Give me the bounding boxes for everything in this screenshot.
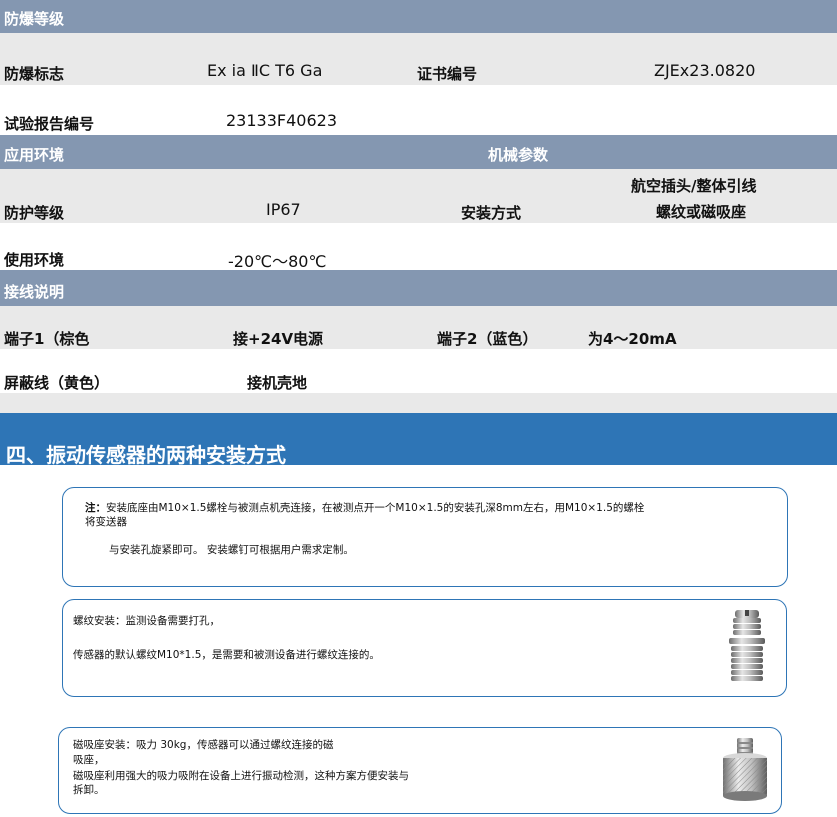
report-number-label: 试验报告编号 [4,115,95,133]
usage-env-label: 使用环境 [4,251,65,269]
section-title-band: 四、振动传感器的两种安装方式 [0,413,837,467]
report-number-value: 23133F40623 [226,111,337,130]
note-line2: 将变送器 [85,516,127,528]
thread-line2: 传感器的默认螺纹M10*1.5，是需要和被测设备进行螺纹连接的。 [73,649,380,661]
terminal2-value: 为4～20mA [588,330,677,348]
note-box: 注：安装底座由M10×1.5螺栓与被测点机壳连接，在被测点开一个M10×1.5的… [62,487,788,587]
note-line1-text: 安装底座由M10×1.5螺栓与被测点机壳连接，在被测点开一个M10×1.5的安装… [106,502,645,514]
magnet-line1: 磁吸座安装：吸力 30kg，传感器可以通过螺纹连接的磁 [73,739,334,751]
environment-header-band: 应用环境 机械参数 [0,135,837,169]
thread-stud-icon [729,610,765,681]
spacer-row [0,393,837,413]
magnet-line3: 磁吸座利用强大的吸力吸附在设备上进行振动检测，这种方案方便安装与 [73,770,409,782]
note-line1: 注：安装底座由M10×1.5螺栓与被测点机壳连接，在被测点开一个M10×1.5的… [85,501,775,515]
shield-row: 屏蔽线（黄色） 接机壳地 [0,349,837,393]
thread-mount-box: 螺纹安装：监测设备需要打孔， 传感器的默认螺纹M10*1.5，是需要和被测设备进… [62,599,787,697]
usage-env-value: -20℃～80℃ [228,252,327,271]
protection-label: 防护等级 [4,204,65,222]
magnet-mount-box: 磁吸座安装：吸力 30kg，传感器可以通过螺纹连接的磁 吸座， 磁吸座利用强大的… [58,727,782,814]
explosion-header-label: 防爆等级 [4,10,65,28]
magnet-line2: 吸座， [73,754,105,766]
shield-value: 接机壳地 [247,374,308,392]
explosion-mark-label: 防爆标志 [4,65,65,83]
section-title: 四、振动传感器的两种安装方式 [6,443,286,467]
magnet-line4: 拆卸。 [73,784,105,796]
cert-number-label: 证书编号 [417,65,478,83]
explosion-mark-value: Ex ia ⅡC T6 Ga [207,61,323,80]
terminal1-label: 端子1（棕色 [4,330,90,348]
mount-method-value-line2: 螺纹或磁吸座 [656,203,747,221]
report-number-row: 试验报告编号 23133F40623 [0,85,837,135]
terminal-row: 端子1（棕色 接+24V电源 端子2（蓝色） 为4～20mA [0,306,837,349]
explosion-header-band: 防爆等级 [0,0,837,33]
magnet-base-icon [723,738,767,801]
cert-number-value: ZJEx23.0820 [654,61,756,80]
mechanical-header-label: 机械参数 [488,146,549,164]
mount-method-label: 安装方式 [461,204,522,222]
shield-label: 屏蔽线（黄色） [4,374,110,392]
explosion-mark-row: 防爆标志 Ex ia ⅡC T6 Ga 证书编号 ZJEx23.0820 [0,33,837,85]
environment-header-label: 应用环境 [4,146,65,164]
terminal2-label: 端子2（蓝色） [437,330,538,348]
note-prefix: 注： [85,502,106,514]
protection-value: IP67 [266,200,301,219]
mount-method-value-line1: 航空插头/整体引线 [631,177,757,195]
thread-line1: 螺纹安装：监测设备需要打孔， [73,615,220,627]
wiring-header-label: 接线说明 [4,283,65,301]
note-line3: 与安装孔旋紧即可。 安装螺钉可根据用户需求定制。 [109,544,354,556]
terminal1-value: 接+24V电源 [233,330,324,348]
protection-row: 防护等级 IP67 安装方式 航空插头/整体引线 螺纹或磁吸座 [0,169,837,223]
wiring-header-band: 接线说明 [0,270,837,306]
usage-env-row: 使用环境 -20℃～80℃ [0,223,837,271]
